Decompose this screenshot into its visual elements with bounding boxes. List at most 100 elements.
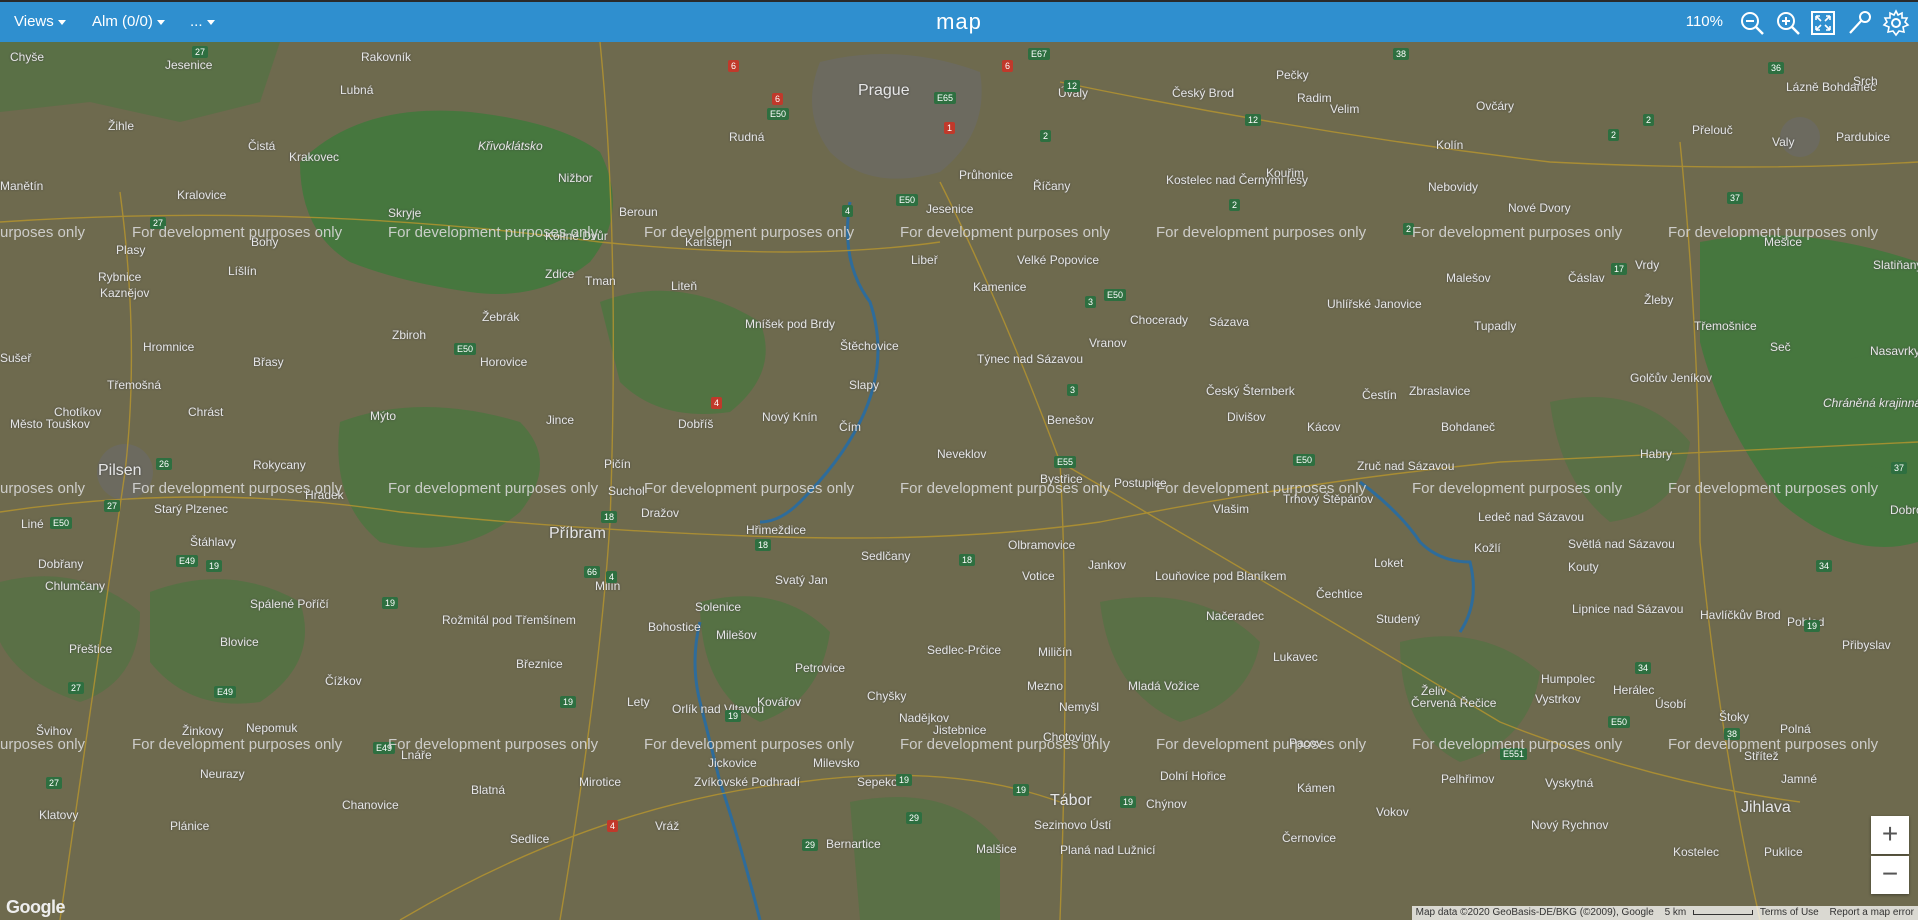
place-label: Neveklov <box>937 447 987 461</box>
place-label: Štáhlavy <box>190 535 237 549</box>
place-label: Spálené Poříčí <box>250 597 329 611</box>
report-error-link[interactable]: Report a map error <box>1826 907 1918 918</box>
place-label: Týnec nad Sázavou <box>977 352 1084 366</box>
place-label: Humpolec <box>1541 672 1596 686</box>
place-label: Pelhřimov <box>1441 772 1495 786</box>
place-label: Benešov <box>1047 413 1094 427</box>
place-label: Klatovy <box>39 808 79 822</box>
road-number-marker: 6 <box>728 60 740 72</box>
place-label: Jesenice <box>165 58 213 72</box>
road-number-marker: E50 <box>1293 454 1316 466</box>
place-label: Blatná <box>471 783 506 797</box>
place-label: Valy <box>1772 135 1795 149</box>
place-label: Kamenice <box>973 280 1027 294</box>
place-label: Žihle <box>108 119 135 133</box>
place-label: Přeštice <box>69 642 113 656</box>
place-label: Dražov <box>641 506 680 520</box>
place-label: Studený <box>1376 612 1421 626</box>
place-label: Průhonice <box>959 168 1014 182</box>
place-label: Petrovice <box>795 661 846 675</box>
road-number-marker: 2 <box>1608 129 1620 141</box>
zoom-out-button[interactable] <box>1738 9 1766 37</box>
zoom-in-icon <box>1777 12 1800 35</box>
place-label: Nebovidy <box>1428 180 1479 194</box>
place-label: Černovice <box>1282 831 1337 845</box>
dev-watermark: urposes only <box>0 224 86 241</box>
place-label: Žebrák <box>482 310 520 324</box>
place-label: Vranov <box>1089 336 1127 350</box>
place-label: Zbiroh <box>392 328 427 342</box>
road-number-marker: 19 <box>725 710 742 722</box>
views-menu[interactable]: Views <box>14 2 66 42</box>
place-label: Přelouč <box>1692 123 1733 137</box>
place-label: Čestín <box>1362 388 1397 402</box>
road-number-marker: E50 <box>767 108 790 120</box>
dev-watermark: For development purposes only <box>1156 480 1367 497</box>
place-label: Neurazy <box>200 767 245 781</box>
more-menu[interactable]: ... <box>190 2 215 42</box>
dev-watermark: For development purposes only <box>644 736 855 753</box>
pin-button[interactable] <box>1846 9 1874 37</box>
place-label: Pečky <box>1276 68 1309 82</box>
place-label: Zvíkovské Podhradí <box>694 775 801 789</box>
place-label: Ledeč nad Sázavou <box>1478 510 1585 524</box>
place-label: Dolní Hořice <box>1160 769 1227 783</box>
road-number-marker: 4 <box>606 571 618 583</box>
map-zoom-out-button[interactable]: − <box>1871 856 1909 894</box>
place-label: Lukavec <box>1273 650 1318 664</box>
road-number-marker: 26 <box>156 458 173 470</box>
fit-to-screen-button[interactable] <box>1809 9 1837 37</box>
place-label: Herálec <box>1613 683 1655 697</box>
place-label: Planá nad Lužnicí <box>1060 843 1156 857</box>
place-label: Jince <box>546 413 575 427</box>
place-label: Nový Rychnov <box>1531 818 1609 832</box>
place-label: Jickovice <box>708 756 757 770</box>
dev-watermark: For development purposes only <box>1668 224 1879 241</box>
place-label: Líšlín <box>228 264 257 278</box>
place-label: Bohdaneč <box>1441 420 1496 434</box>
place-label: Plasy <box>116 243 146 257</box>
zoom-in-button[interactable] <box>1774 9 1802 37</box>
place-label: Kožlí <box>1474 541 1501 555</box>
place-label: Dobřany <box>38 557 84 571</box>
road-number-marker: 37 <box>1727 192 1744 204</box>
place-label: Solenice <box>695 600 742 614</box>
caret-down-icon <box>57 19 66 25</box>
place-label: Plánice <box>170 819 210 833</box>
place-label: Čechtice <box>1316 587 1363 601</box>
alm-menu[interactable]: Alm (0/0) <box>92 2 165 42</box>
caret-down-icon <box>206 19 215 25</box>
settings-button[interactable] <box>1882 9 1910 37</box>
place-label: Čížkov <box>325 674 362 688</box>
alm-menu-label: Alm (0/0) <box>92 13 153 30</box>
dev-watermark: For development purposes only <box>644 224 855 241</box>
map-zoom-in-button[interactable]: + <box>1871 816 1909 854</box>
zoom-out-icon <box>1741 12 1764 35</box>
place-label: Kostelec nad Černými lesy <box>1166 173 1309 187</box>
place-label: Rybnice <box>98 270 142 284</box>
place-label: Chyšky <box>867 689 907 703</box>
road-number-marker: 19 <box>1120 796 1137 808</box>
map-attribution: Map data ©2020 GeoBasis-DE/BKG (©2009), … <box>1411 906 1918 920</box>
top-toolbar: Views Alm (0/0) ... map 110% <box>0 0 1918 42</box>
place-label: Uhlířské Janovice <box>1327 297 1422 311</box>
place-label: Chyše <box>10 50 45 64</box>
place-label: Rokycany <box>253 458 306 472</box>
road-number-marker: 34 <box>1816 560 1833 572</box>
place-label: Sázava <box>1209 315 1250 329</box>
place-label: Dobříš <box>678 417 714 431</box>
place-label: Malšice <box>976 842 1017 856</box>
place-label: Jihlava <box>1741 799 1791 816</box>
road-number-marker: 18 <box>959 554 976 566</box>
place-label: Hřimeždice <box>746 523 807 537</box>
place-label: Havlíčkův Brod <box>1700 608 1781 622</box>
road-number-marker: 2 <box>1229 199 1241 211</box>
place-label: Bernartice <box>826 837 881 851</box>
place-label: Vokov <box>1376 805 1409 819</box>
map-data-credit: Map data ©2020 GeoBasis-DE/BKG (©2009), … <box>1415 907 1654 918</box>
map-canvas[interactable]: Prague Chyše Jesenice Rakovník Lubná Žihle Čis… <box>0 42 1918 920</box>
place-label: Čáslav <box>1568 271 1605 285</box>
place-label: Břasy <box>253 355 284 369</box>
terms-link[interactable]: Terms of Use <box>1756 907 1823 918</box>
place-label: Milešov <box>716 628 757 642</box>
